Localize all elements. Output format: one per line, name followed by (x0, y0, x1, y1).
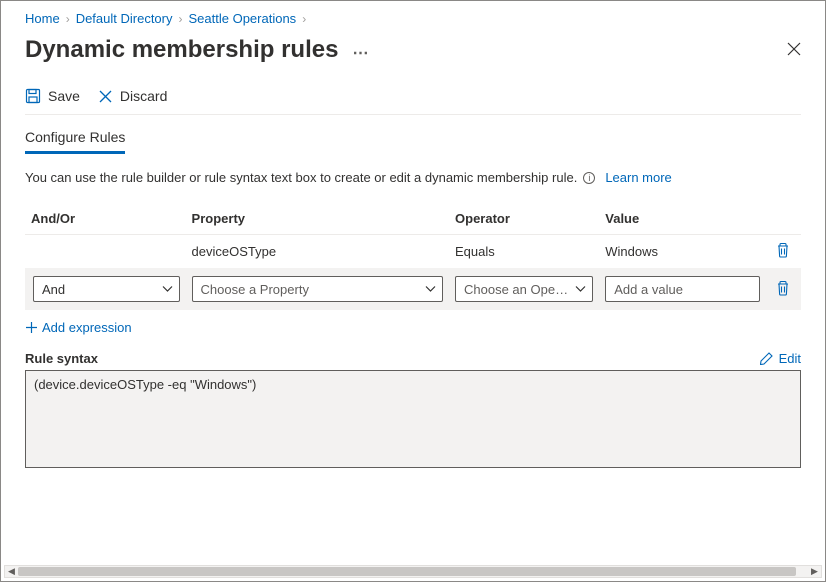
cell-property: deviceOSType (186, 235, 449, 269)
chevron-right-icon: › (302, 12, 306, 26)
chevron-down-icon (575, 286, 586, 293)
col-header-operator: Operator (449, 203, 599, 235)
value-input[interactable]: Add a value (605, 276, 760, 302)
help-text: You can use the rule builder or rule syn… (25, 170, 577, 185)
andor-value: And (42, 282, 65, 297)
table-input-row: And Choose a Property Choose an Ope… (25, 268, 801, 310)
trash-icon (776, 242, 790, 258)
operator-select[interactable]: Choose an Ope… (455, 276, 593, 302)
cell-andor (25, 235, 186, 269)
delete-row-button[interactable] (772, 242, 795, 258)
trash-icon (776, 280, 790, 296)
more-icon[interactable]: ⋯ (352, 46, 368, 62)
value-placeholder: Add a value (614, 282, 683, 297)
horizontal-scrollbar[interactable]: ◀ ▶ (4, 565, 822, 578)
scroll-left-icon[interactable]: ◀ (5, 566, 18, 577)
info-icon[interactable]: i (583, 172, 595, 184)
breadcrumb-item-home[interactable]: Home (25, 11, 60, 26)
save-icon (25, 88, 41, 104)
add-expression-button[interactable]: Add expression (25, 320, 801, 335)
edit-syntax-button[interactable]: Edit (760, 351, 801, 366)
col-header-property: Property (186, 203, 449, 235)
plus-icon (25, 321, 38, 334)
col-header-value: Value (599, 203, 766, 235)
cell-operator: Equals (449, 235, 599, 269)
property-select[interactable]: Choose a Property (192, 276, 443, 302)
learn-more-link[interactable]: Learn more (605, 170, 671, 185)
discard-icon (98, 89, 113, 104)
add-expression-label: Add expression (42, 320, 132, 335)
col-header-andor: And/Or (25, 203, 186, 235)
table-row: deviceOSType Equals Windows (25, 235, 801, 269)
chevron-down-icon (162, 286, 173, 293)
rule-syntax-label: Rule syntax (25, 351, 98, 366)
scroll-right-icon[interactable]: ▶ (808, 566, 821, 577)
breadcrumb-item-directory[interactable]: Default Directory (76, 11, 173, 26)
close-icon (787, 42, 801, 56)
pencil-icon (760, 352, 773, 365)
close-button[interactable] (787, 42, 801, 59)
save-label: Save (48, 88, 80, 104)
andor-select[interactable]: And (33, 276, 180, 302)
breadcrumb: Home › Default Directory › Seattle Opera… (25, 11, 801, 26)
operator-placeholder: Choose an Ope… (464, 282, 568, 297)
chevron-right-icon: › (66, 12, 70, 26)
save-button[interactable]: Save (25, 88, 80, 104)
scrollbar-thumb[interactable] (18, 567, 796, 576)
cell-value: Windows (599, 235, 766, 269)
chevron-right-icon: › (179, 12, 183, 26)
delete-row-button[interactable] (772, 280, 795, 296)
section-title: Configure Rules (25, 129, 125, 154)
page-title: Dynamic membership rules (25, 36, 338, 64)
rule-syntax-textbox: (device.deviceOSType -eq "Windows") (25, 370, 801, 468)
property-placeholder: Choose a Property (201, 282, 309, 297)
breadcrumb-item-operations[interactable]: Seattle Operations (189, 11, 297, 26)
discard-button[interactable]: Discard (98, 88, 167, 104)
discard-label: Discard (120, 88, 167, 104)
edit-label: Edit (779, 351, 801, 366)
chevron-down-icon (425, 286, 436, 293)
